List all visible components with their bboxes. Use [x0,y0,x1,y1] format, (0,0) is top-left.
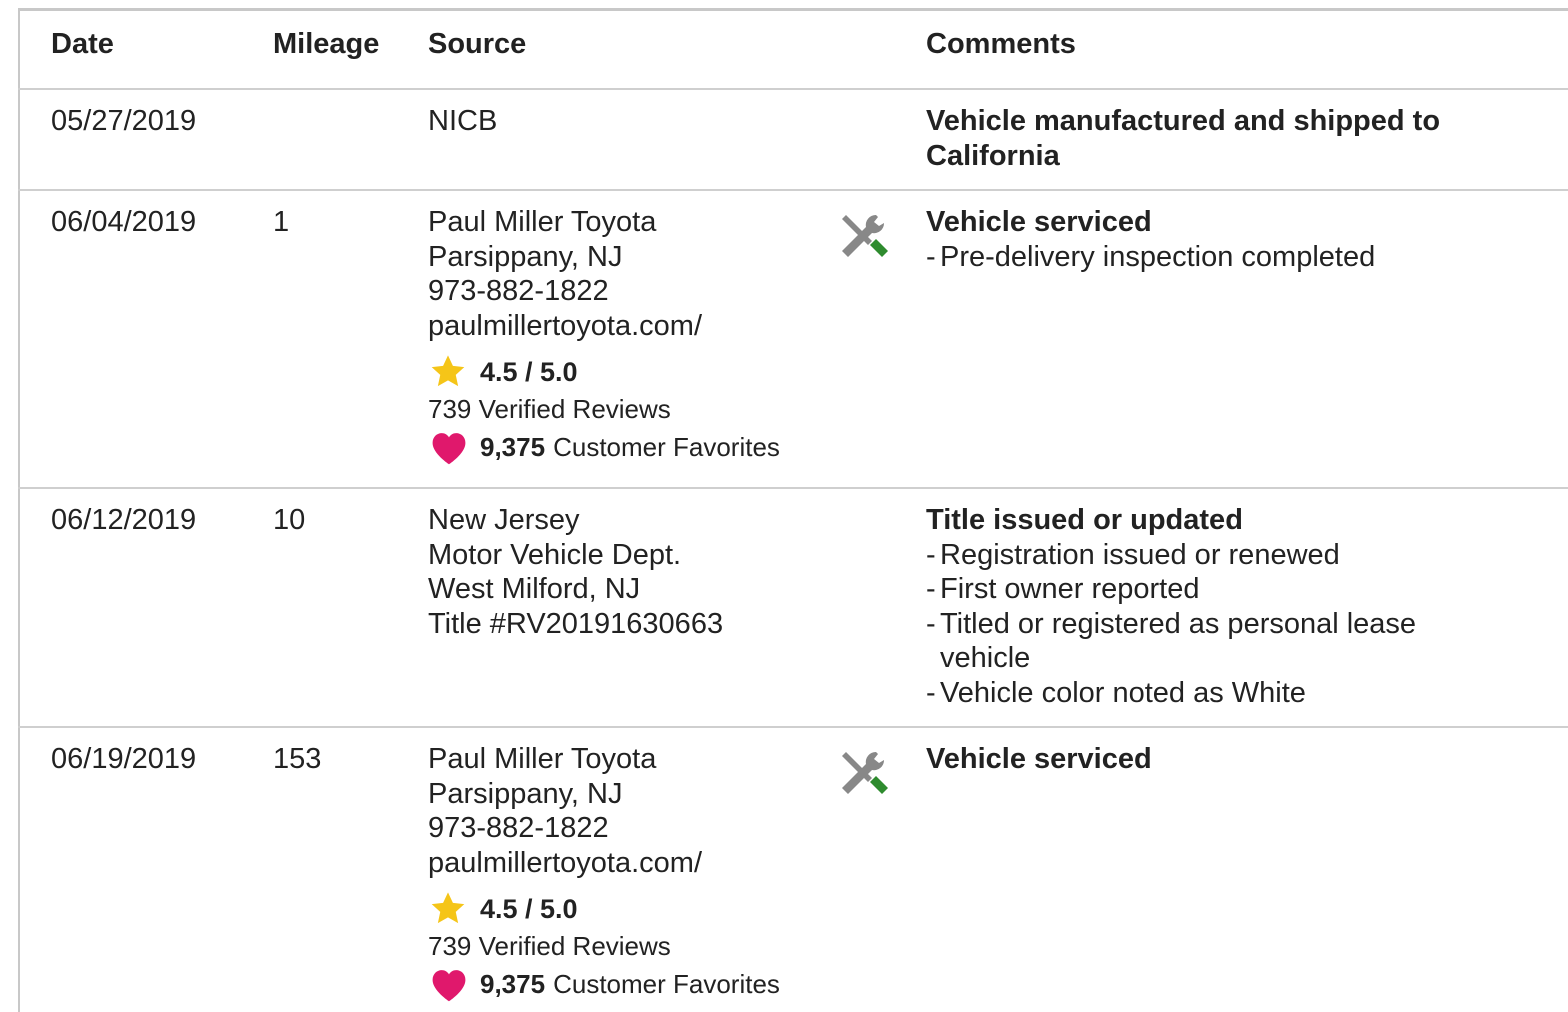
row-date: 06/04/2019 [51,206,197,238]
favorites-count: 9,375 [480,968,546,999]
comment-title-line: California [926,139,1060,172]
source-line: NICB [428,105,498,137]
comment-item: - Pre-delivery inspection completed [926,240,1376,273]
source-line: West Milford, NJ [428,573,641,605]
customer-favorites: 9,375 Customer Favorites [428,427,780,467]
customer-favorites: 9,375 Customer Favorites [428,964,780,1004]
row-source: NICB [428,104,497,139]
dealer-phone[interactable]: 973-882-1822 [428,811,780,846]
favorites-count: 9,375 [480,431,546,462]
comment-title-line: Vehicle manufactured and shipped to [926,105,1441,137]
table-row: 06/12/2019 10 New Jersey Motor Vehicle D… [18,489,1568,728]
favorites-label: Customer Favorites [553,431,780,462]
dealer-name-link[interactable]: Paul Miller Toyota [428,205,780,240]
comment-item: - Registration issued or renewed [926,538,1340,571]
comment-item: - First owner reported [926,573,1200,605]
row-mileage: 153 [273,743,322,775]
header-source: Source [428,28,527,60]
row-comments: Title issued or updated - Registration is… [926,503,1416,710]
dealer-location: Parsippany, NJ [428,777,623,810]
row-comments: Vehicle serviced [926,742,1152,777]
dealer-rating: 4.5 / 5.0 [428,890,780,928]
row-comment-title: Vehicle manufactured and shipped to Cali… [926,104,1440,173]
row-date: 06/19/2019 [51,743,197,775]
row-source: Paul Miller Toyota Parsippany, NJ 973-88… [428,205,780,467]
row-mileage: 1 [273,206,290,238]
star-icon [428,890,468,928]
source-line: New Jersey [428,504,580,536]
verified-reviews-link[interactable]: 739 Verified Reviews [428,391,780,427]
comment-title: Vehicle serviced [926,206,1152,238]
source-line: Title #RV20191630663 [428,607,724,640]
heart-icon [428,428,470,466]
comment-item: - Titled or registered as personal lease [926,607,1417,640]
dealer-website-link[interactable]: paulmillertoyota.com/ [428,846,780,881]
heart-icon [428,965,470,1003]
header-mileage: Mileage [273,28,380,60]
dealer-phone[interactable]: 973-882-1822 [428,274,780,309]
favorites-label: Customer Favorites [553,968,780,999]
dealer-location: Parsippany, NJ [428,240,623,273]
rating-value: 4.5 / 5.0 [480,356,578,387]
dealer-rating: 4.5 / 5.0 [428,353,780,391]
dealer-website-link[interactable]: paulmillertoyota.com/ [428,309,780,344]
service-tools-icon [836,211,892,265]
row-mileage: 10 [273,504,306,536]
service-tools-icon [836,748,892,802]
table-header: Date Mileage Source Comments [18,11,1568,90]
table-row: 06/19/2019 153 Paul Miller Toyota Parsip… [18,728,1568,1012]
row-date: 05/27/2019 [51,105,197,137]
table-row: 05/27/2019 NICB Vehicle manufactured and… [18,90,1568,191]
dealer-name-link[interactable]: Paul Miller Toyota [428,742,780,777]
comment-title: Vehicle serviced [926,743,1152,775]
row-comments: Vehicle serviced - Pre-delivery inspectio… [926,205,1375,274]
comment-title: Title issued or updated [926,504,1243,536]
rating-value: 4.5 / 5.0 [480,893,578,924]
header-comments: Comments [926,28,1076,60]
verified-reviews-link[interactable]: 739 Verified Reviews [428,928,780,964]
comment-item-continued: vehicle [940,642,1031,674]
comment-item: - Vehicle color noted as White [926,676,1306,709]
row-source: Paul Miller Toyota Parsippany, NJ 973-88… [428,742,780,1004]
row-source: New Jersey Motor Vehicle Dept. West Milf… [428,503,723,641]
row-date: 06/12/2019 [51,504,197,536]
star-icon [428,353,468,391]
header-date: Date [51,28,114,60]
table-row: 06/04/2019 1 Paul Miller Toyota Parsippa… [18,191,1568,489]
source-line: Motor Vehicle Dept. [428,538,682,571]
